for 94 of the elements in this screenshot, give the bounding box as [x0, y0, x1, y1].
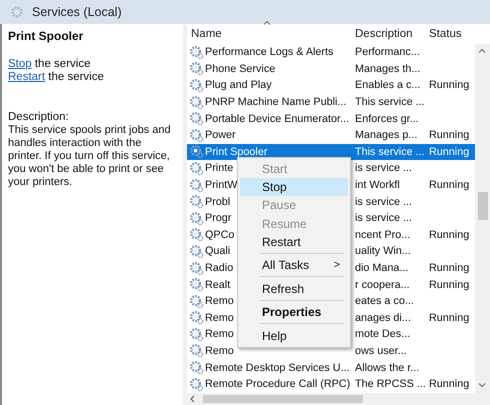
vertical-scrollbar[interactable] [475, 44, 490, 393]
service-name[interactable]: Radio [205, 262, 234, 274]
service-name[interactable]: PrintW [205, 179, 238, 192]
service-description: r coopera... [354, 278, 411, 291]
gear-icon [189, 244, 204, 259]
gear-icon [189, 210, 204, 226]
service-status: Running [428, 278, 470, 291]
service-name[interactable]: Realt [205, 278, 230, 291]
service-description: is service ... [354, 162, 413, 174]
gear-icon [189, 260, 204, 276]
service-name[interactable]: Remo [205, 312, 234, 324]
gear-icon [189, 178, 204, 193]
scroll-left-icon[interactable] [190, 395, 195, 403]
service-name[interactable]: Power [205, 129, 236, 142]
gear-icon [189, 128, 204, 143]
gear-icon [189, 160, 204, 176]
service-name[interactable]: Plug and Play [205, 79, 272, 92]
service-name[interactable]: Printe [205, 162, 234, 174]
service-name[interactable]: Phone Service [205, 62, 276, 75]
service-status: Running [428, 129, 470, 142]
gear-icon [189, 44, 204, 60]
service-description: eates a co... [354, 295, 415, 308]
service-description: Performanc... [354, 46, 421, 58]
description-text: This service spools print jobs and handles interaction with the printer. If you turn off this service, you won't be able to print or see your printers. [8, 124, 172, 189]
gear-icon [189, 343, 204, 358]
horizontal-scrollbar[interactable] [187, 393, 490, 405]
gear-icon [189, 277, 204, 292]
gear-icon [189, 94, 204, 110]
scrollbar-thumb[interactable] [203, 395, 363, 403]
service-description: mote Des... [354, 328, 412, 340]
service-status: Running [428, 378, 470, 390]
service-description: anages di... [354, 312, 412, 324]
service-name[interactable]: Portable Device Enumerator... [205, 112, 350, 125]
scroll-up-icon[interactable] [478, 48, 486, 53]
service-name[interactable]: Performance Logs & Alerts [205, 46, 334, 58]
service-description: is service ... [354, 196, 413, 208]
service-description: Manages p... [354, 129, 418, 142]
service-status: Running [428, 79, 470, 92]
service-description: ncent Pro... [354, 228, 412, 241]
service-description: int Workfl [354, 179, 401, 192]
service-status: Running [428, 146, 470, 158]
service-name[interactable]: Probl [205, 196, 230, 208]
menu-item[interactable]: Stop [240, 178, 348, 196]
action-sentence: Stop the service [8, 58, 92, 71]
menu-item[interactable]: Restart [240, 232, 348, 251]
scroll-down-icon[interactable] [478, 383, 486, 388]
service-description: This service ... [354, 96, 425, 108]
gear-icon [10, 5, 24, 19]
gear-icon [189, 360, 204, 376]
service-name[interactable]: Remote Desktop Services U... [205, 362, 350, 374]
gear-icon [189, 376, 204, 392]
service-name[interactable]: QPCo [205, 228, 234, 241]
gear-icon [189, 310, 204, 326]
gear-icon [189, 61, 204, 76]
gear-icon [189, 111, 204, 126]
column-header[interactable]: Description [351, 28, 425, 40]
service-description: ows user... [354, 344, 408, 357]
service-status: Running [428, 312, 470, 324]
gear-icon [189, 194, 204, 210]
service-name[interactable]: Remote Procedure Call (RPC) [205, 378, 350, 390]
service-description: is service ... [354, 212, 413, 224]
service-title: Print Spooler [8, 29, 84, 43]
gear-icon [189, 78, 204, 93]
service-status: Running [428, 262, 470, 274]
window-title: Services (Local) [32, 5, 122, 19]
action-sentence: Restart the service [8, 71, 105, 84]
sort-caret-icon [263, 20, 271, 24]
gear-icon [189, 144, 204, 160]
service-name[interactable]: Remo [205, 328, 234, 340]
service-description: Allows the r... [354, 362, 420, 374]
service-description: Manages th... [354, 62, 422, 75]
column-header[interactable]: Name [187, 28, 351, 40]
service-description: Enforces gr... [354, 112, 420, 125]
gear-icon [189, 326, 204, 342]
service-description: The RPCSS ... [354, 378, 425, 390]
scrollbar-thumb[interactable] [478, 192, 488, 220]
service-name[interactable]: Progr [205, 212, 232, 224]
service-description: Enables a c... [354, 79, 422, 92]
action-link[interactable]: Stop [8, 58, 32, 70]
service-name[interactable]: PNRP Machine Name Publi... [205, 96, 346, 108]
service-status: Running [428, 179, 470, 192]
description-label: Description: [8, 111, 70, 124]
gear-icon [189, 294, 204, 309]
service-name[interactable]: Quali [205, 245, 230, 258]
service-name[interactable]: Remo [205, 295, 234, 308]
service-description: dio Mana... [354, 262, 410, 274]
service-name[interactable]: Print Spooler [205, 146, 268, 158]
service-description: uality Win... [354, 245, 412, 258]
action-link[interactable]: Restart [8, 71, 46, 83]
gear-icon [189, 227, 204, 242]
service-name[interactable]: Remo [205, 344, 234, 357]
service-status: Running [428, 228, 470, 241]
column-header[interactable]: Status [425, 28, 475, 40]
service-description: This service ... [354, 146, 425, 158]
